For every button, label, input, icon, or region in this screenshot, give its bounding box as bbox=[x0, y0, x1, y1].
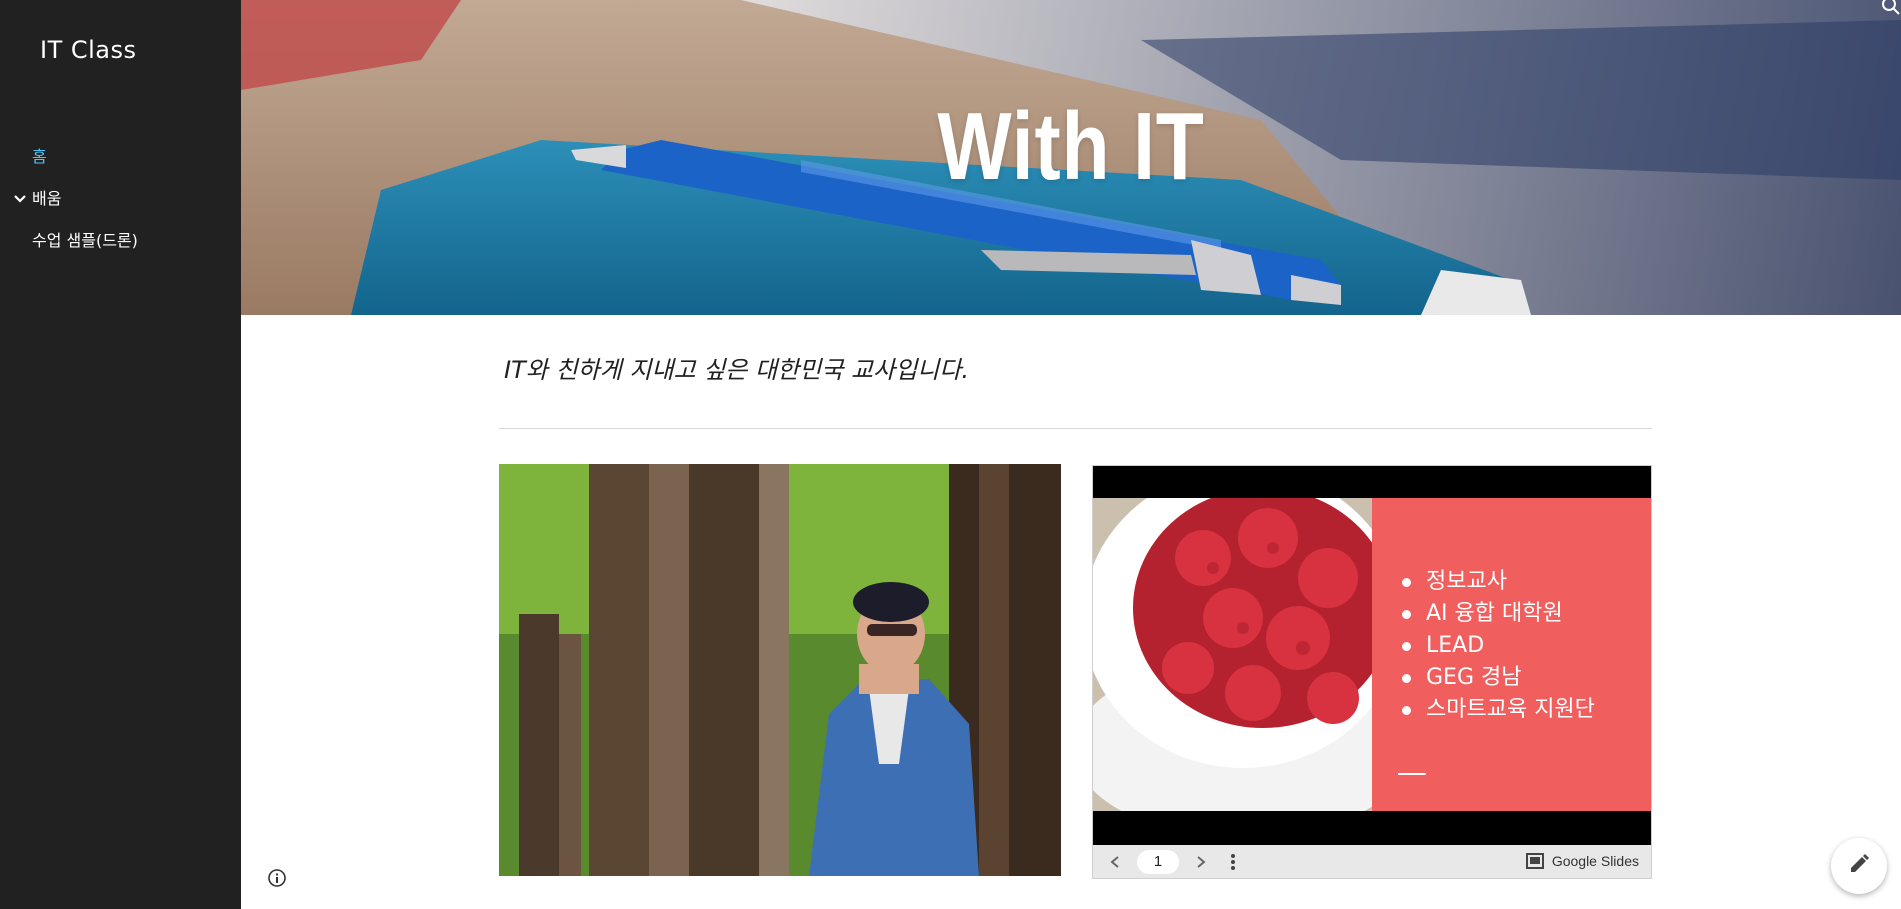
slide-bullet-list: 정보교사 AI 융합 대학원 LEAD GEG 경남 스마트교육 지원단 bbox=[1398, 566, 1595, 726]
header-banner: With IT bbox=[241, 0, 1901, 315]
slide-bullet: 정보교사 bbox=[1398, 566, 1595, 598]
slides-toolbar: 1 Google Slides bbox=[1093, 845, 1651, 878]
edit-button[interactable] bbox=[1831, 838, 1887, 894]
chevron-left-icon[interactable] bbox=[1103, 851, 1127, 873]
slide-text-panel: 정보교사 AI 융합 대학원 LEAD GEG 경남 스마트교육 지원단 bbox=[1372, 498, 1651, 811]
search-icon[interactable] bbox=[1871, 0, 1901, 20]
sidebar-item-home[interactable]: 홈 bbox=[0, 136, 241, 178]
pencil-icon bbox=[1848, 853, 1870, 879]
divider bbox=[499, 428, 1652, 429]
more-vert-icon[interactable] bbox=[1223, 851, 1243, 873]
google-slides-label: Google Slides bbox=[1551, 853, 1639, 869]
sidebar-item-learning[interactable]: 배움 bbox=[0, 178, 241, 220]
google-slides-icon bbox=[1525, 853, 1544, 869]
profile-photo bbox=[499, 464, 1061, 876]
sidebar-item-label: 홈 bbox=[32, 147, 47, 166]
slide-page-number[interactable]: 1 bbox=[1137, 850, 1179, 874]
sidebar: IT Class 홈 배움 수업 샘플(드론) bbox=[0, 0, 241, 909]
slide-image bbox=[1093, 498, 1372, 811]
slide-bullet: GEG 경남 bbox=[1398, 662, 1595, 694]
google-slides-embed[interactable]: 정보교사 AI 융합 대학원 LEAD GEG 경남 스마트교육 지원단 1 G… bbox=[1092, 465, 1652, 879]
sidebar-nav: 홈 배움 수업 샘플(드론) bbox=[0, 136, 241, 262]
slide-dash bbox=[1398, 773, 1426, 775]
banner-title: With IT bbox=[937, 93, 1205, 200]
slide-bullet: LEAD bbox=[1398, 630, 1595, 662]
chevron-down-icon[interactable] bbox=[13, 192, 27, 206]
site-title[interactable]: IT Class bbox=[40, 36, 137, 64]
google-slides-link[interactable]: Google Slides bbox=[1525, 853, 1639, 869]
slide-canvas[interactable]: 정보교사 AI 융합 대학원 LEAD GEG 경남 스마트교육 지원단 bbox=[1093, 498, 1651, 811]
chevron-right-icon[interactable] bbox=[1189, 851, 1213, 873]
page-tagline: IT와 친하게 지내고 싶은 대한민국 교사입니다. bbox=[504, 356, 969, 384]
sidebar-item-label: 배움 bbox=[32, 189, 62, 208]
slide-bullet: AI 융합 대학원 bbox=[1398, 598, 1595, 630]
sidebar-item-label: 수업 샘플(드론) bbox=[32, 231, 138, 250]
slide-bullet: 스마트교육 지원단 bbox=[1398, 694, 1595, 726]
info-icon[interactable] bbox=[267, 868, 287, 888]
sidebar-item-class-sample[interactable]: 수업 샘플(드론) bbox=[0, 220, 241, 262]
